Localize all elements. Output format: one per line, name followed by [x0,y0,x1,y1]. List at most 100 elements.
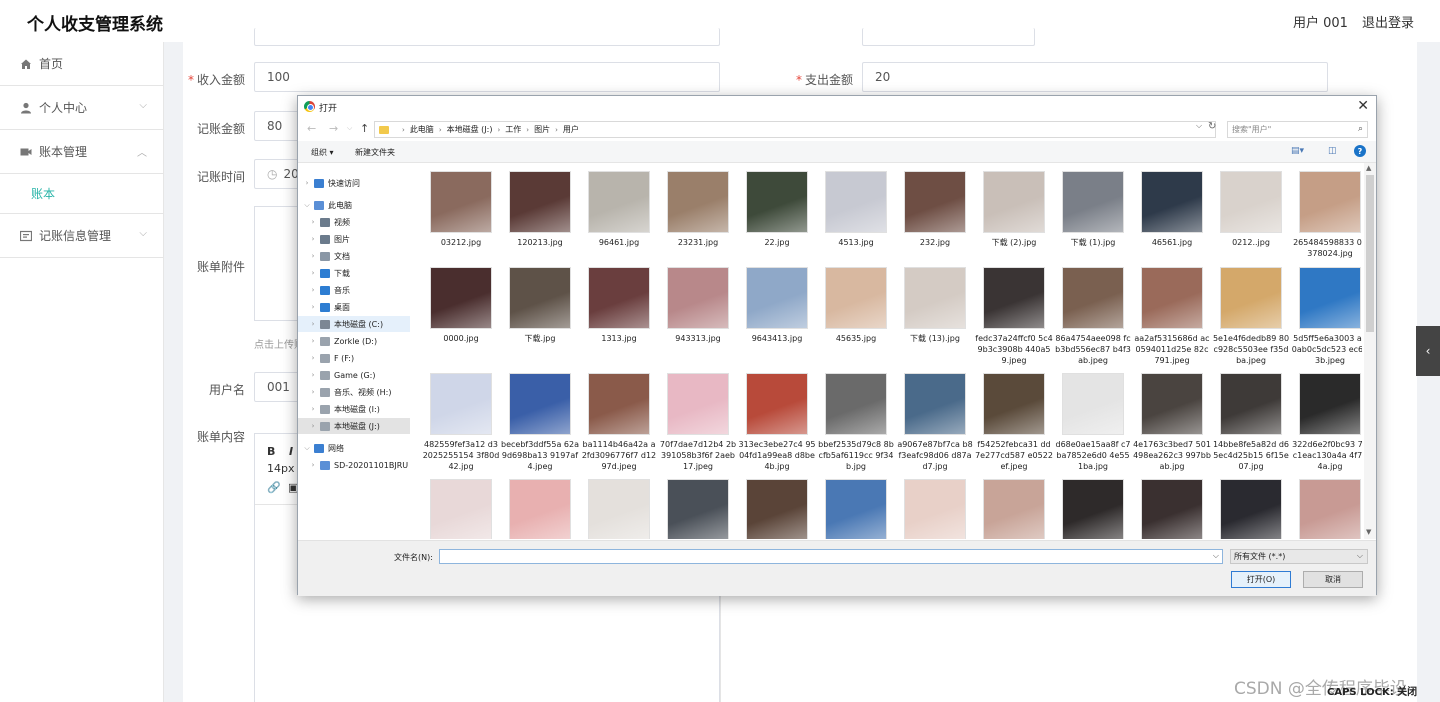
file-item[interactable] [1133,479,1211,539]
breadcrumb-2[interactable]: 工作 [505,124,521,135]
file-thumbnail[interactable] [1299,171,1361,233]
file-thumbnail[interactable] [1062,171,1124,233]
tree-item[interactable]: › 本地磁盘 (J:) [298,418,410,434]
file-thumbnail[interactable] [1220,171,1282,233]
file-thumbnail[interactable] [1220,267,1282,329]
file-item[interactable]: 下载.jpg [501,267,579,344]
file-item[interactable]: aa2af5315686d ac0594011d25e 82c791.jpeg [1133,267,1211,366]
expand-arrow-icon[interactable]: › [306,354,320,362]
tree-item[interactable]: › Zorkle (D:) [298,333,410,349]
sidebar-item-personal-center[interactable]: 个人中心 ⌵ [0,86,163,130]
tree-item[interactable]: › 快速访问 [298,175,410,191]
open-button[interactable]: 打开(O) [1231,571,1291,588]
expand-arrow-icon[interactable]: › [306,320,320,328]
partial-field-top-left[interactable] [254,28,720,46]
file-thumbnail[interactable] [667,479,729,539]
refresh-icon[interactable]: ↻ [1208,121,1216,132]
font-size-select[interactable]: 14px [267,462,295,475]
file-item[interactable]: 5e1e4f6dedb89 80c928c5503ee f35dba.jpeg [1212,267,1290,366]
filetype-select[interactable]: 所有文件 (*.*) ⌵ [1230,549,1368,564]
file-item[interactable] [738,479,816,539]
tree-item[interactable]: › 本地磁盘 (I:) [298,401,410,417]
file-item[interactable]: fedc37a24ffcf0 5c49b3c3908b 440a59.jpeg [975,267,1053,366]
file-item[interactable]: 120213.jpg [501,171,579,248]
file-thumbnail[interactable] [509,171,571,233]
file-thumbnail[interactable] [1062,373,1124,435]
file-thumbnail[interactable] [746,479,808,539]
tree-item[interactable]: ⌵ 此电脑 [298,197,410,213]
tree-item[interactable]: › Game (G:) [298,367,410,383]
file-thumbnail[interactable] [588,479,650,539]
file-item[interactable]: 45635.jpg [817,267,895,344]
expand-arrow-icon[interactable]: › [306,405,320,413]
file-thumbnail[interactable] [588,267,650,329]
sidebar-subitem-ledger[interactable]: 账本 [0,174,163,214]
up-icon[interactable]: ↑ [360,122,369,135]
current-user[interactable]: 用户 001 [1293,12,1348,31]
file-item[interactable] [1212,479,1290,539]
file-thumbnail[interactable] [1299,267,1361,329]
file-item[interactable]: 70f7dae7d12b4 2b391058b3f6f 2aeb17.jpeg [659,373,737,472]
file-item[interactable]: 4513.jpg [817,171,895,248]
file-thumbnail[interactable] [1299,479,1361,539]
expand-arrow-icon[interactable]: › [306,252,320,260]
tree-item[interactable]: › 音乐、视频 (H:) [298,384,410,400]
file-item[interactable]: 9643413.jpg [738,267,816,344]
file-item[interactable]: 943313.jpg [659,267,737,344]
file-item[interactable] [1291,479,1362,539]
file-item[interactable] [1054,479,1132,539]
file-item[interactable]: f54252febca31 dd7e277cd587 e0522ef.jpeg [975,373,1053,472]
file-item[interactable]: 482559fef3a12 d32025255154 3f80d42.jpg [422,373,500,472]
file-item[interactable] [422,479,500,539]
file-thumbnail[interactable] [1141,373,1203,435]
file-item[interactable] [896,479,974,539]
file-thumbnail[interactable] [1141,479,1203,539]
file-thumbnail[interactable] [1062,479,1124,539]
new-folder-button[interactable]: 新建文件夹 [355,147,395,158]
file-thumbnail[interactable] [430,479,492,539]
breadcrumb-4[interactable]: 用户 [563,124,579,135]
expand-arrow-icon[interactable]: ⌵ [300,444,314,453]
preview-pane-icon[interactable]: ◫ [1328,146,1337,156]
tree-item[interactable]: › SD-20201101BJRU [298,457,410,473]
file-thumbnail[interactable] [825,373,887,435]
file-item[interactable]: ba1114b46a42a a2fd3096776f7 d1297d.jpeg [580,373,658,472]
file-item[interactable]: 1313.jpg [580,267,658,344]
file-item[interactable]: 下载 (2).jpg [975,171,1053,248]
file-thumbnail[interactable] [588,373,650,435]
address-dropdown-icon[interactable]: ⌵ [1196,121,1202,131]
help-icon[interactable]: ? [1354,145,1366,157]
file-thumbnail[interactable] [1141,267,1203,329]
file-item[interactable]: 46561.jpg [1133,171,1211,248]
scrollbar-thumb[interactable] [1366,175,1374,332]
logout-link[interactable]: 退出登录 [1362,12,1414,31]
file-thumbnail[interactable] [825,267,887,329]
tree-item[interactable]: › 图片 [298,231,410,247]
filename-input[interactable]: ⌵ [439,549,1223,564]
file-item[interactable]: 03212.jpg [422,171,500,248]
file-thumbnail[interactable] [983,373,1045,435]
file-thumbnail[interactable] [904,267,966,329]
file-item[interactable]: becebf3ddf55a 62a9d698ba13 9197af4.jpeg [501,373,579,472]
tree-item[interactable]: › 桌面 [298,299,410,315]
view-options-icon[interactable]: ▤▾ [1291,146,1304,156]
cancel-button[interactable]: 取消 [1303,571,1363,588]
organize-button[interactable]: 组织 ▾ [311,147,334,158]
tree-item[interactable]: › 本地磁盘 (C:) [298,316,410,332]
file-thumbnail[interactable] [509,373,571,435]
expand-arrow-icon[interactable]: › [306,286,320,294]
expand-arrow-icon[interactable]: ⌵ [300,201,314,210]
scroll-down-icon[interactable]: ▼ [1366,528,1371,536]
file-item[interactable]: 86a4754aee098 fcb3bd556ec87 b4f3ab.jpeg [1054,267,1132,366]
file-thumbnail[interactable] [667,267,729,329]
file-thumbnail[interactable] [904,171,966,233]
file-thumbnail[interactable] [983,171,1045,233]
file-thumbnail[interactable] [509,479,571,539]
sidebar-item-home[interactable]: 首页 [0,42,163,86]
file-thumbnail[interactable] [1220,479,1282,539]
tree-item[interactable]: ⌵ 网络 [298,440,410,456]
file-thumbnail[interactable] [825,171,887,233]
file-item[interactable]: bbef2535d79c8 8bcfb5af6119cc 9f34b.jpg [817,373,895,472]
address-bar[interactable]: › 此电脑 › 本地磁盘 (J:) › 工作 › 图片 › 用户 [374,121,1216,138]
file-thumbnail[interactable] [667,171,729,233]
